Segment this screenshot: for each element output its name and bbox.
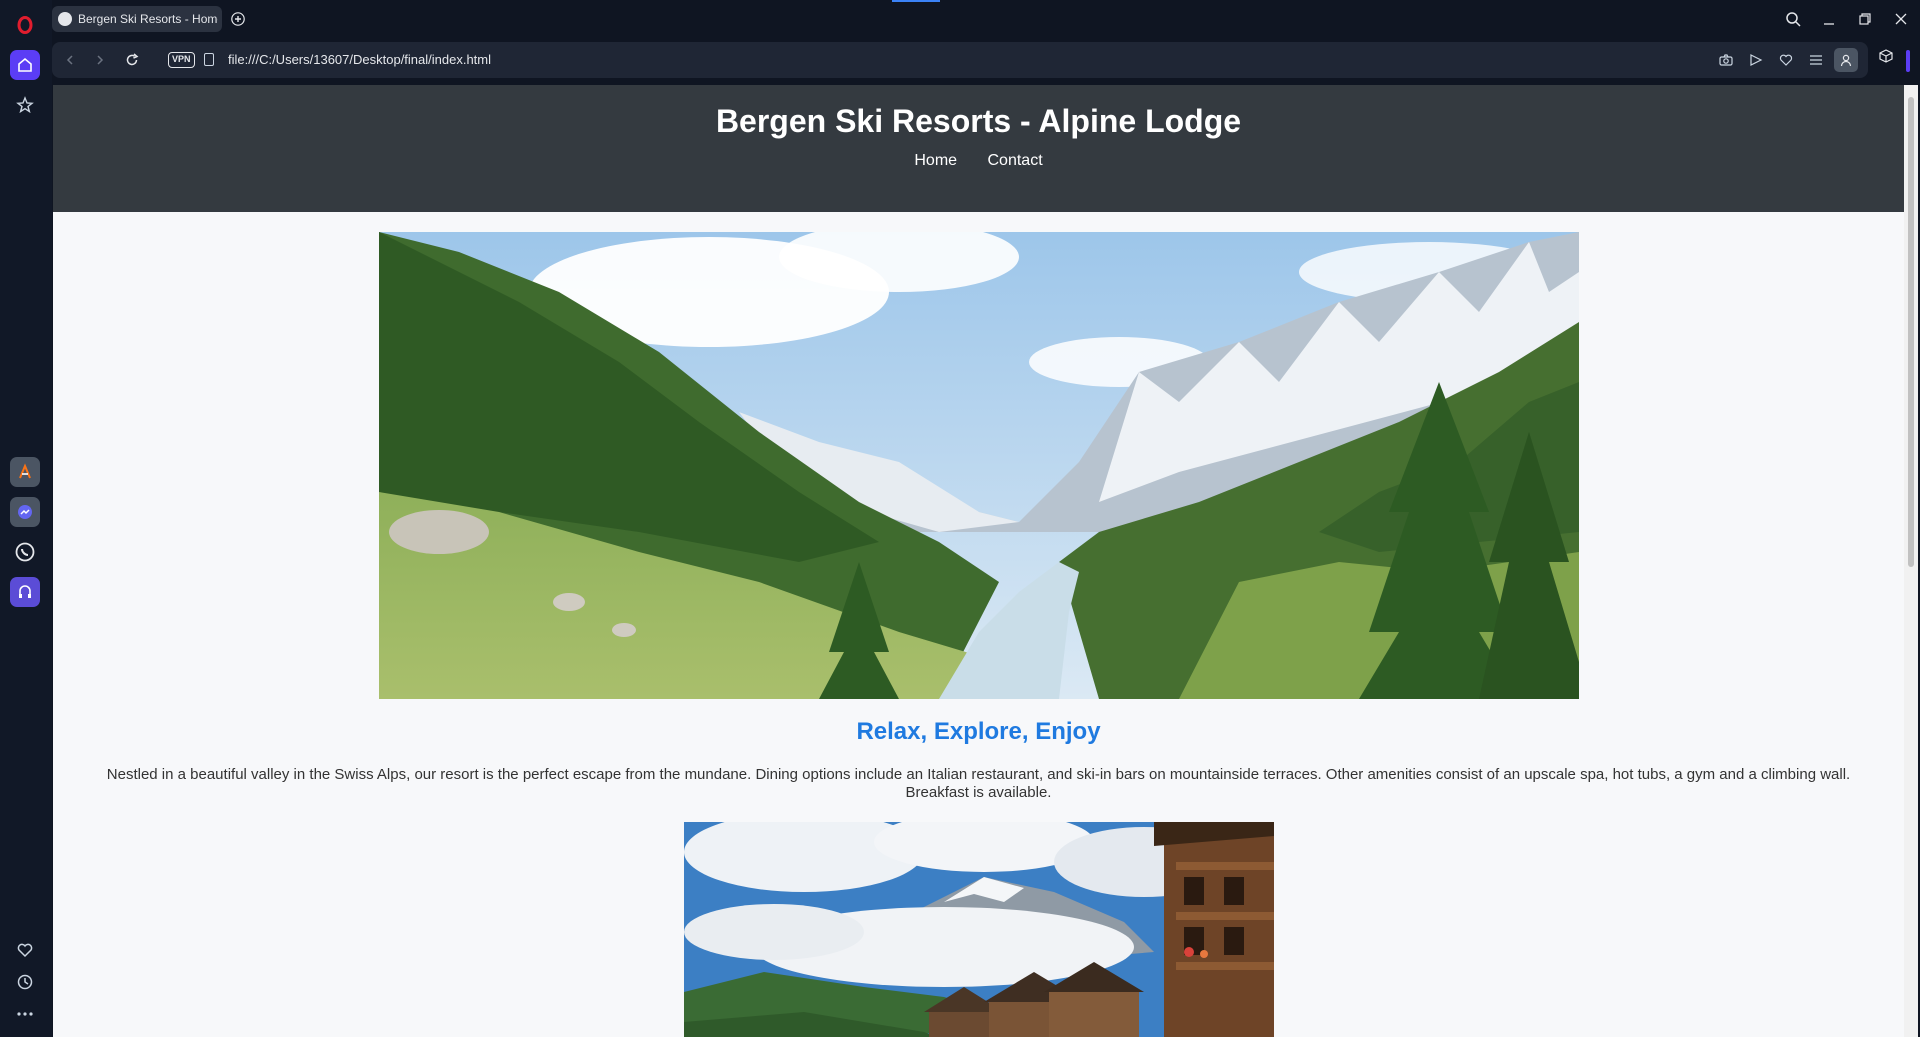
aria-icon[interactable]: [10, 457, 40, 487]
sidebar-toggle[interactable]: [1906, 50, 1910, 72]
file-icon: [204, 53, 214, 66]
nav-link-home[interactable]: Home: [914, 152, 957, 169]
bookmark-heart-icon[interactable]: [1776, 50, 1796, 70]
tab-title: Bergen Ski Resorts - Home: [78, 12, 218, 26]
toolbar: VPN file:///C:/Users/13607/Desktop/final…: [52, 38, 1920, 84]
history-icon[interactable]: [10, 967, 40, 997]
menu-icon[interactable]: [1806, 50, 1826, 70]
minimize-icon[interactable]: [1816, 6, 1842, 32]
close-icon[interactable]: [1888, 6, 1914, 32]
back-icon[interactable]: [60, 50, 80, 70]
section-heading: Relax, Explore, Enjoy: [856, 718, 1101, 745]
tab-active[interactable]: Bergen Ski Resorts - Home: [52, 6, 222, 32]
globe-icon: [58, 12, 72, 26]
hero-image: [379, 232, 1579, 699]
page-title: Bergen Ski Resorts - Alpine Lodge: [715, 103, 1242, 139]
resort-description: Nestled in a beautiful valley in the Swi…: [106, 766, 1851, 801]
star-icon[interactable]: [10, 90, 40, 120]
send-icon[interactable]: [1746, 50, 1766, 70]
loading-indicator: [892, 0, 940, 2]
address-bar[interactable]: VPN file:///C:/Users/13607/Desktop/final…: [52, 42, 1868, 78]
home-icon[interactable]: [10, 50, 40, 80]
whatsapp-icon[interactable]: [10, 537, 40, 567]
heart-icon[interactable]: [10, 935, 40, 965]
messenger-icon[interactable]: [10, 497, 40, 527]
extensions-icon[interactable]: [1876, 46, 1896, 66]
tab-strip: Bergen Ski Resorts - Home: [52, 0, 1920, 38]
chalet-image: [684, 822, 1274, 1037]
nav-link-contact[interactable]: Contact: [988, 152, 1043, 169]
camera-icon[interactable]: [1716, 50, 1736, 70]
music-icon[interactable]: [10, 577, 40, 607]
new-tab-button[interactable]: [228, 9, 248, 29]
site-header: Bergen Ski Resorts - Alpine Lodge Home C…: [53, 85, 1904, 212]
forward-icon[interactable]: [90, 50, 110, 70]
search-icon[interactable]: [1780, 6, 1806, 32]
url-text[interactable]: file:///C:/Users/13607/Desktop/final/ind…: [228, 52, 491, 67]
page-scrollbar[interactable]: [1904, 85, 1918, 1037]
opera-logo-icon[interactable]: [10, 10, 40, 40]
profile-icon[interactable]: [1834, 48, 1858, 72]
browser-sidebar: [0, 0, 52, 1037]
page-viewport: Bergen Ski Resorts - Alpine Lodge Home C…: [53, 85, 1904, 1037]
site-nav: Home Contact: [53, 152, 1904, 170]
scrollbar-thumb[interactable]: [1908, 97, 1914, 567]
reload-icon[interactable]: [122, 50, 142, 70]
vpn-badge[interactable]: VPN: [168, 52, 195, 68]
restore-icon[interactable]: [1852, 6, 1878, 32]
more-icon[interactable]: [10, 999, 40, 1029]
